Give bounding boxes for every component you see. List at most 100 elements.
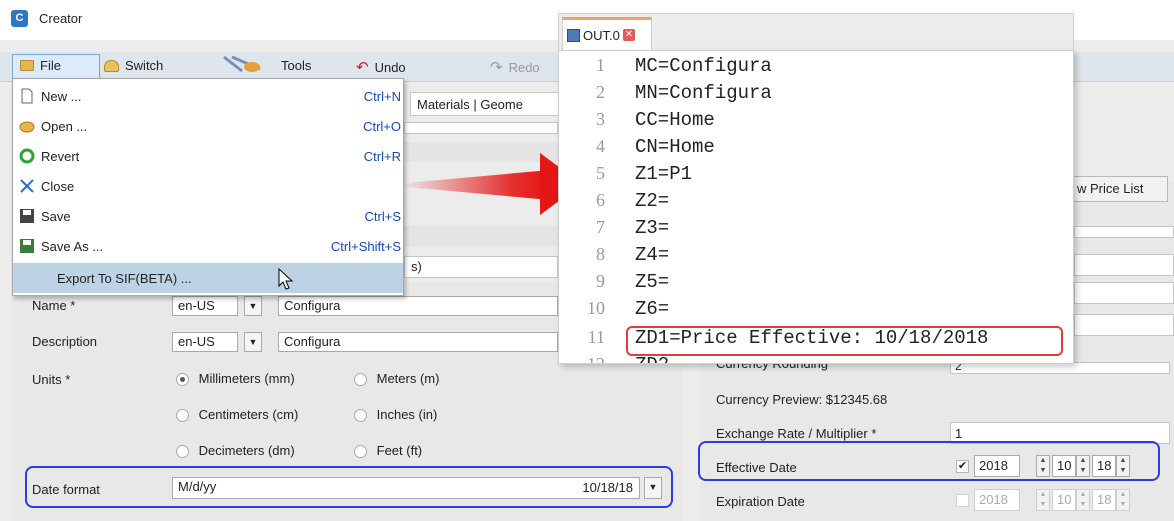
mouse-cursor-icon: [278, 267, 294, 295]
date-format-highlight: [25, 466, 673, 508]
line-number: 7: [596, 217, 605, 237]
new-file-icon: [19, 88, 35, 104]
menu-item-label: Open ...: [41, 118, 88, 134]
undo-button[interactable]: ↶ Undo: [356, 58, 406, 76]
unit-feet-radio[interactable]: Feet (ft): [354, 443, 423, 459]
editor-line: 3 CC=Home: [559, 109, 1073, 136]
editor-tab-out0[interactable]: OUT.0 ✕: [562, 17, 652, 50]
revert-icon: [19, 148, 35, 164]
line-text: Z1=P1: [635, 163, 693, 185]
zd1-line-highlight: [626, 326, 1063, 356]
partial-field: [1074, 254, 1174, 276]
line-number: 12: [587, 354, 605, 364]
chevron-down-icon[interactable]: ▼: [244, 296, 262, 316]
line-text: MN=Configura: [635, 82, 772, 104]
name-language-select[interactable]: en-US: [172, 296, 238, 316]
menu-item-export-sif[interactable]: Export To SIF(BETA) ...: [13, 263, 403, 293]
radio-icon: [176, 409, 189, 423]
line-number: 4: [596, 136, 605, 156]
new-price-list-button[interactable]: w Price List: [1072, 176, 1168, 202]
description-input[interactable]: Configura: [278, 332, 558, 352]
menu-item-label: Close: [41, 178, 75, 194]
menu-shortcut: Ctrl+N: [363, 88, 401, 104]
editor-line: 5 Z1=P1: [559, 163, 1073, 190]
unit-inches-radio[interactable]: Inches (in): [354, 407, 438, 423]
menu-shortcut: Ctrl+O: [363, 118, 401, 134]
unit-feet-label: Feet (ft): [376, 443, 423, 458]
line-text: MC=Configura: [635, 55, 772, 77]
currency-rounding-label: Currency Rounding: [716, 364, 828, 372]
unit-millimeters-radio[interactable]: Millimeters (mm): [176, 371, 295, 387]
description-label: Description: [32, 334, 98, 349]
line-text: Z2=: [635, 190, 670, 212]
switch-button[interactable]: Switch: [104, 58, 163, 73]
unit-inches-label: Inches (in): [376, 407, 438, 422]
menu-item-open[interactable]: Open ... Ctrl+O: [13, 111, 403, 141]
line-number: 2: [596, 82, 605, 102]
menu-item-label: Revert: [41, 148, 80, 164]
radio-icon: [354, 373, 367, 387]
description-language-select[interactable]: en-US: [172, 332, 238, 352]
menu-item-label: New ...: [41, 88, 82, 104]
checkbox-icon: [956, 494, 969, 508]
exchange-rate-label: Exchange Rate / Multiplier *: [716, 426, 877, 441]
unit-centimeters-label: Centimeters (cm): [198, 407, 299, 422]
menu-item-save[interactable]: Save Ctrl+S: [13, 201, 403, 231]
redo-button[interactable]: ↷ Redo: [490, 58, 540, 76]
expiration-month-input: 10: [1052, 489, 1076, 511]
annotation-arrow-shaft: [400, 170, 550, 200]
partial-value-field[interactable]: s): [404, 256, 558, 278]
name-input[interactable]: Configura: [278, 296, 558, 316]
file-button[interactable]: File: [20, 58, 61, 73]
tab-strip-partial[interactable]: Materials | Geome: [410, 92, 560, 116]
unit-centimeters-radio[interactable]: Centimeters (cm): [176, 407, 299, 423]
unit-decimeters-radio[interactable]: Decimeters (dm): [176, 443, 295, 459]
menu-shortcut: Ctrl+S: [364, 208, 401, 224]
line-text: CN=Home: [635, 136, 715, 158]
menu-item-revert[interactable]: Revert Ctrl+R: [13, 141, 403, 171]
menu-item-close[interactable]: Close: [13, 171, 403, 201]
spinner-icon: ▲ ▼: [1076, 489, 1090, 511]
save-icon: [567, 28, 580, 42]
menu-item-label: Save: [41, 208, 71, 224]
unit-meters-radio[interactable]: Meters (m): [354, 371, 440, 387]
unit-meters-label: Meters (m): [376, 371, 440, 386]
app-title: Creator: [39, 11, 83, 26]
creator-logo-icon: C: [11, 10, 28, 27]
expiration-day-input: 18: [1092, 489, 1116, 511]
name-label: Name *: [32, 298, 76, 313]
line-number: 8: [596, 244, 605, 264]
menu-shortcut: Ctrl+R: [363, 148, 401, 164]
chevron-down-icon[interactable]: ▼: [244, 332, 262, 352]
save-icon: [19, 208, 35, 224]
editor-line: 6 Z2=: [559, 190, 1073, 217]
partial-field: [1074, 226, 1174, 238]
currency-preview: Currency Preview: $12345.68: [716, 392, 888, 407]
close-icon[interactable]: ✕: [622, 29, 635, 41]
partial-field: [1074, 282, 1174, 304]
line-text: Z4=: [635, 244, 670, 266]
line-number: 10: [587, 298, 605, 318]
switch-icon: [104, 59, 119, 72]
partial-field: [404, 122, 558, 134]
tools-button[interactable]: Tools: [281, 58, 311, 73]
tools-icon: [222, 55, 262, 73]
empty-icon: [27, 270, 43, 286]
radio-icon: [176, 445, 189, 459]
menu-item-label: Save As ...: [41, 238, 104, 254]
editor-line: 4 CN=Home: [559, 136, 1073, 163]
unit-decimeters-label: Decimeters (dm): [198, 443, 295, 458]
menu-item-new[interactable]: New ... Ctrl+N: [13, 81, 403, 111]
text-editor[interactable]: 1 MC=Configura 2 MN=Configura 3 CC=Home 4 CN…: [558, 50, 1074, 364]
file-dropdown-menu: New ... Ctrl+N Open ... Ctrl+O Revert Ct…: [12, 78, 404, 296]
expiration-date-checkbox[interactable]: [956, 492, 969, 508]
editor-tab-label: OUT.0: [583, 27, 620, 43]
switch-label: Switch: [125, 58, 164, 73]
spinner-icon: ▲ ▼: [1116, 489, 1130, 511]
effective-date-highlight: [698, 441, 1160, 481]
line-text: CC=Home: [635, 109, 715, 131]
undo-label: Undo: [374, 59, 406, 75]
editor-line: 7 Z3=: [559, 217, 1073, 244]
menu-item-save-as[interactable]: Save As ... Ctrl+Shift+S: [13, 231, 403, 261]
editor-line: 2 MN=Configura: [559, 82, 1073, 109]
